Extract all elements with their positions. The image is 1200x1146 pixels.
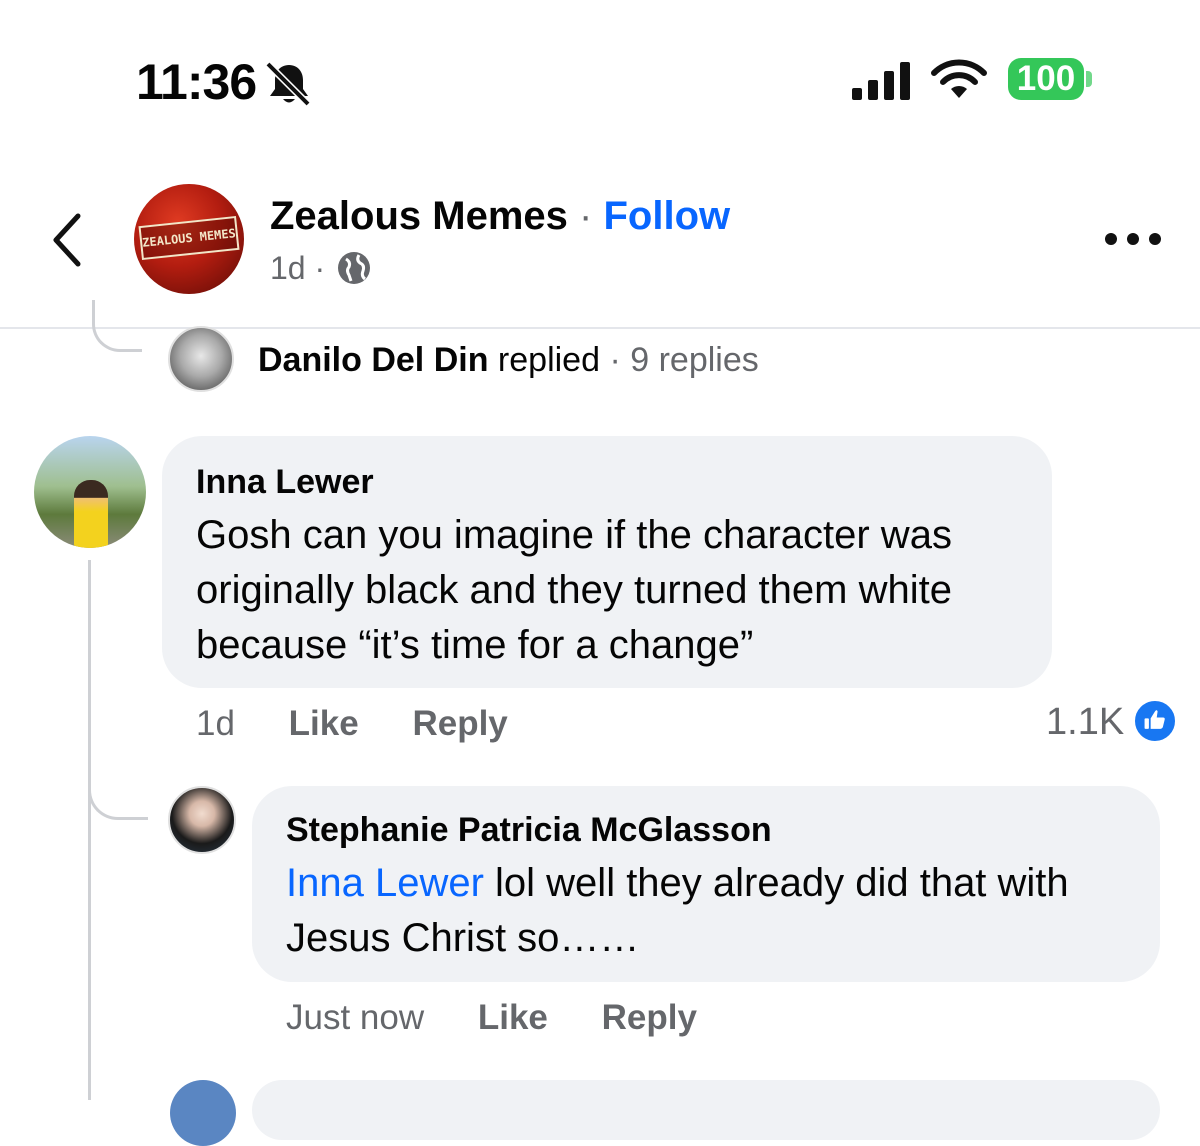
page-title-row: Zealous Memes · Follow: [270, 190, 730, 242]
battery-indicator: 100: [1008, 58, 1084, 100]
page-avatar[interactable]: ZEALOUS MEMES: [134, 184, 244, 294]
reply-text: Inna Lewer lol well they already did tha…: [286, 856, 1146, 966]
reply-actions: Just now Like Reply: [286, 996, 741, 1040]
view-replies-link[interactable]: Danilo Del Din replied · 9 replies: [258, 338, 759, 382]
page-logo-text: ZEALOUS MEMES: [138, 215, 240, 261]
post-meta: 1d ·: [270, 248, 325, 288]
page-name[interactable]: Zealous Memes: [270, 194, 568, 238]
thread-line: [88, 560, 91, 1100]
reaction-count[interactable]: 1.1K: [1046, 700, 1124, 744]
comment-actions: 1d Like Reply: [196, 702, 552, 746]
thumbs-up-icon[interactable]: [1132, 698, 1178, 744]
reply-author[interactable]: Stephanie Patricia McGlasson: [286, 810, 772, 850]
reply-action: replied: [497, 341, 600, 379]
reply-button[interactable]: Reply: [602, 998, 697, 1037]
reply-age: Just now: [286, 998, 425, 1037]
wifi-icon: [931, 59, 987, 98]
battery-icon: [1086, 71, 1092, 87]
avatar-figure: [74, 480, 108, 548]
header-divider: [0, 327, 1200, 329]
bell-slash-icon: [265, 61, 311, 106]
back-chevron-icon[interactable]: [50, 212, 90, 268]
like-button[interactable]: Like: [478, 998, 548, 1037]
status-time: 11:36: [136, 54, 257, 110]
comment-author[interactable]: Inna Lewer: [196, 462, 374, 502]
more-icon[interactable]: [1104, 232, 1162, 246]
globe-icon: [338, 252, 370, 284]
like-button[interactable]: Like: [289, 704, 359, 743]
follow-button[interactable]: Follow: [603, 194, 730, 238]
thread-connector: [88, 760, 148, 820]
comment-bubble[interactable]: [252, 1080, 1160, 1140]
signal-icon: [852, 62, 910, 100]
post-age[interactable]: 1d: [270, 250, 306, 286]
separator: ·: [609, 341, 621, 379]
meta-separator: ·: [314, 250, 326, 286]
comment-text: Gosh can you imagine if the character wa…: [196, 513, 952, 667]
title-separator: ·: [579, 194, 593, 238]
avatar[interactable]: [168, 326, 234, 392]
avatar[interactable]: [168, 786, 236, 854]
comment-age: 1d: [196, 704, 235, 743]
avatar[interactable]: [34, 436, 146, 548]
mention-link[interactable]: Inna Lewer: [286, 861, 484, 905]
reply-count: 9 replies: [630, 341, 759, 379]
thread-connector: [92, 300, 142, 352]
reply-button[interactable]: Reply: [412, 704, 507, 743]
reply-author-name: Danilo Del Din: [258, 341, 489, 379]
